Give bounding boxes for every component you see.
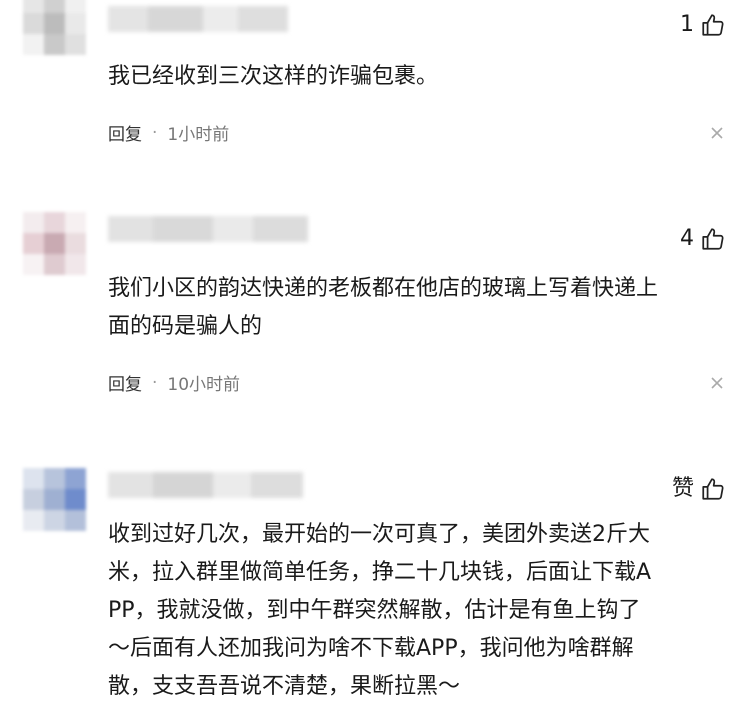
like-button[interactable]: 1 xyxy=(680,12,726,38)
separator-dot: · xyxy=(152,372,158,393)
close-icon[interactable] xyxy=(710,126,724,140)
avatar-cell xyxy=(44,468,65,489)
avatar-cell xyxy=(44,510,65,531)
avatar-cell xyxy=(44,489,65,510)
avatar-cell xyxy=(23,34,44,55)
avatar-cell xyxy=(65,254,86,275)
avatar-cell xyxy=(23,468,44,489)
like-label: 赞 xyxy=(671,476,694,501)
avatar-cell xyxy=(44,233,65,254)
comment-item-2: 4 我们小区的韵达快递的老板都在他店的玻璃上写着快递上 面的码是骗人的 回复 ·… xyxy=(0,206,750,436)
like-button[interactable]: 赞 xyxy=(672,476,726,502)
avatar-cell xyxy=(65,233,86,254)
close-icon[interactable] xyxy=(710,376,724,390)
username-blurred[interactable] xyxy=(108,216,308,242)
avatar[interactable] xyxy=(23,212,86,275)
comment-time: 10小时前 xyxy=(167,375,241,395)
username-blurred[interactable] xyxy=(108,6,288,32)
avatar-cell xyxy=(44,212,65,233)
avatar-cell xyxy=(65,489,86,510)
avatar-cell xyxy=(23,233,44,254)
avatar-cell xyxy=(23,212,44,233)
avatar[interactable] xyxy=(23,0,86,55)
thumbs-up-icon xyxy=(702,14,724,36)
comment-text: 我们小区的韵达快递的老板都在他店的玻璃上写着快递上 面的码是骗人的 xyxy=(108,276,659,339)
avatar-cell xyxy=(65,212,86,233)
like-count: 4 xyxy=(680,226,694,251)
reply-button[interactable]: 回复 xyxy=(108,370,142,395)
avatar-cell xyxy=(44,13,65,34)
comment-time: 1小时前 xyxy=(167,125,230,145)
comment-meta: 回复 · 1小时前 xyxy=(108,120,230,146)
thumbs-up-icon xyxy=(702,228,724,250)
comment-meta: 回复 · 10小时前 xyxy=(108,370,241,396)
avatar-cell xyxy=(23,489,44,510)
avatar[interactable] xyxy=(23,468,86,531)
avatar-cell xyxy=(23,0,44,13)
like-count: 1 xyxy=(680,12,694,37)
avatar-cell xyxy=(65,0,86,13)
comment-text: 我已经收到三次这样的诈骗包裹。 xyxy=(108,64,439,89)
thumbs-up-icon xyxy=(702,478,724,500)
separator-dot: · xyxy=(152,122,158,143)
like-button[interactable]: 4 xyxy=(680,226,726,252)
avatar-cell xyxy=(65,510,86,531)
avatar-cell xyxy=(65,34,86,55)
avatar-cell xyxy=(23,510,44,531)
avatar-cell xyxy=(44,0,65,13)
comment-text: 收到过好几次，最开始的一次可真了，美团外卖送2斤大 米，拉入群里做简单任务，挣二… xyxy=(108,522,652,699)
avatar-cell xyxy=(44,34,65,55)
avatar-cell xyxy=(65,468,86,489)
avatar-cell xyxy=(44,254,65,275)
reply-button[interactable]: 回复 xyxy=(108,120,142,145)
avatar-cell xyxy=(65,13,86,34)
comment-item-1: 1 我已经收到三次这样的诈骗包裹。 回复 · 1小时前 xyxy=(0,0,750,180)
avatar-cell xyxy=(23,13,44,34)
comment-item-3: 赞 收到过好几次，最开始的一次可真了，美团外卖送2斤大 米，拉入群里做简单任务，… xyxy=(0,462,750,708)
avatar-cell xyxy=(23,254,44,275)
username-blurred[interactable] xyxy=(108,472,303,498)
